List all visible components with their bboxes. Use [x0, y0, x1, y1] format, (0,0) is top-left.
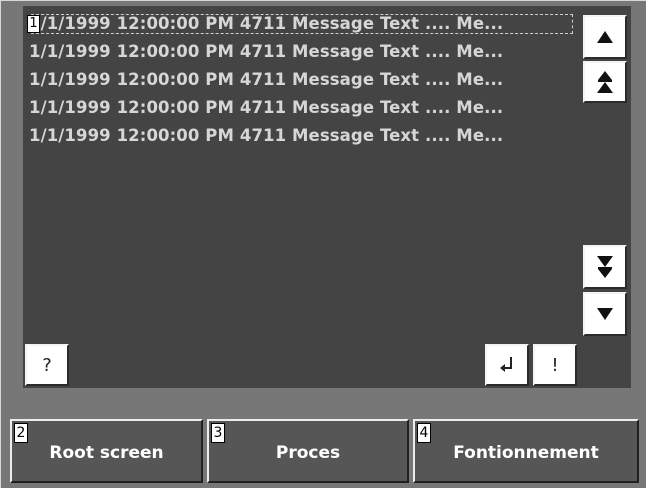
- message-row[interactable]: 1/1/1999 12:00:00 PM 4711 Message Text .…: [27, 38, 577, 66]
- help-button[interactable]: ?: [25, 344, 69, 386]
- message-row[interactable]: 1/1/1999 12:00:00 PM 4711 Message Text .…: [27, 122, 577, 150]
- acknowledge-label: !: [551, 354, 559, 376]
- message-text: 1/1/1999 12:00:00 PM 4711 Message Text .…: [29, 126, 504, 145]
- function-key-number: 2: [14, 423, 28, 443]
- fontionnement-label: Fontionnement: [453, 443, 599, 463]
- hmi-screen: 1/1/1999 12:00:00 PM 4711 Message Text .…: [0, 0, 646, 488]
- root-screen-button[interactable]: 2 Root screen: [10, 419, 203, 483]
- message-text: 1/1/1999 12:00:00 PM 4711 Message Text .…: [29, 14, 504, 33]
- proces-button[interactable]: 3 Proces: [207, 419, 409, 483]
- page-down-button[interactable]: [583, 245, 627, 289]
- message-row[interactable]: 1/1/1999 12:00:00 PM 4711 Message Text .…: [27, 10, 577, 38]
- double-arrow-up-icon: [597, 71, 613, 93]
- message-text: 1/1/1999 12:00:00 PM 4711 Message Text .…: [29, 42, 504, 61]
- function-key-number: 3: [211, 423, 225, 443]
- scroll-up-button[interactable]: [583, 15, 627, 59]
- message-list[interactable]: 1/1/1999 12:00:00 PM 4711 Message Text .…: [27, 10, 577, 150]
- message-panel: 1/1/1999 12:00:00 PM 4711 Message Text .…: [23, 6, 631, 388]
- message-row[interactable]: 1/1/1999 12:00:00 PM 4711 Message Text .…: [27, 66, 577, 94]
- arrow-down-icon: [597, 308, 613, 320]
- help-label: ?: [42, 354, 52, 376]
- page-up-button[interactable]: [583, 61, 627, 103]
- function-key-number: 4: [417, 423, 431, 443]
- acknowledge-button[interactable]: !: [533, 344, 577, 386]
- fontionnement-button[interactable]: 4 Fontionnement: [413, 419, 639, 483]
- root-screen-label: Root screen: [49, 443, 164, 463]
- message-text: 1/1/1999 12:00:00 PM 4711 Message Text .…: [29, 70, 504, 89]
- enter-button[interactable]: [485, 344, 529, 386]
- return-arrow-icon: [499, 356, 515, 374]
- message-text: 1/1/1999 12:00:00 PM 4711 Message Text .…: [29, 98, 504, 117]
- scroll-down-button[interactable]: [583, 292, 627, 336]
- field-number-tag: 1: [27, 15, 40, 33]
- proces-label: Proces: [275, 443, 341, 463]
- double-arrow-down-icon: [597, 256, 613, 278]
- arrow-up-icon: [597, 31, 613, 43]
- message-row[interactable]: 1/1/1999 12:00:00 PM 4711 Message Text .…: [27, 94, 577, 122]
